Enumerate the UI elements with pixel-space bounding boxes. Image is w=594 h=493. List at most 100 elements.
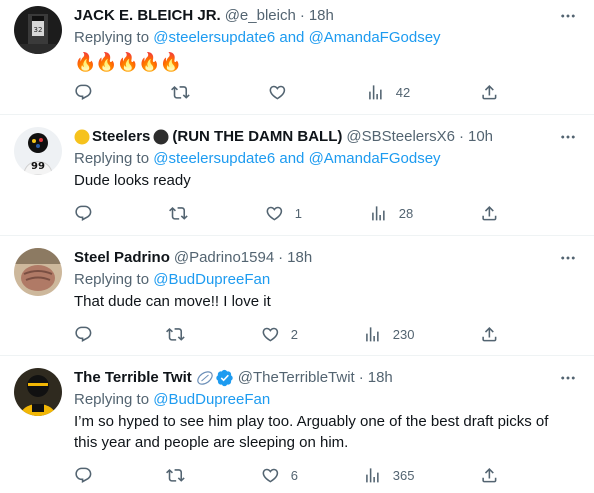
verified-badge-icon	[216, 369, 233, 387]
svg-text:32: 32	[34, 26, 43, 34]
like-button[interactable]: 2	[261, 324, 298, 344]
reply-button[interactable]	[74, 465, 104, 485]
views-button[interactable]: 28	[369, 203, 413, 223]
more-options-button[interactable]	[556, 6, 580, 26]
tweet[interactable]: The Terrible Twit @TheTerribleTwit · 18h…	[0, 356, 594, 493]
reply-icon	[75, 467, 92, 483]
more-icon	[561, 135, 575, 139]
svg-text:99: 99	[31, 161, 45, 172]
display-name-part[interactable]: (RUN THE DAMN BALL)	[172, 127, 342, 147]
replying-label: Replying to	[74, 29, 150, 46]
more-options-button[interactable]	[556, 368, 580, 388]
view-count: 28	[398, 205, 414, 221]
football-icon	[197, 371, 213, 385]
display-name[interactable]: Steel Padrino	[74, 248, 170, 268]
and-word[interactable]: and	[279, 150, 304, 167]
tweet-header: JACK E. BLEICH JR. @e_bleich · 18h	[74, 6, 554, 26]
retweet-button[interactable]	[166, 324, 196, 344]
black-circle-icon	[153, 129, 169, 145]
retweet-button[interactable]	[166, 465, 196, 485]
avatar[interactable]: 32	[14, 6, 62, 54]
separator-dot: ·	[278, 249, 284, 266]
mention-link[interactable]: @AmandaFGodsey	[309, 150, 441, 167]
retweet-button[interactable]	[171, 82, 201, 102]
tweet-text: I’m so hyped to see him play too. Arguab…	[74, 413, 549, 451]
display-name[interactable]: JACK E. BLEICH JR.	[74, 6, 221, 26]
yellow-circle-icon	[74, 129, 90, 145]
mention-link[interactable]: @steelersupdate6	[153, 29, 275, 46]
views-button[interactable]: 230	[363, 324, 414, 344]
share-icon	[482, 467, 497, 483]
timestamp[interactable]: 18h	[309, 6, 334, 26]
views-icon	[366, 326, 379, 342]
reply-button[interactable]	[74, 82, 104, 102]
timestamp[interactable]: 18h	[368, 368, 393, 388]
user-handle[interactable]: @Padrino1594	[174, 248, 274, 268]
mention-link[interactable]: @AmandaFGodsey	[309, 29, 441, 46]
heart-icon	[266, 206, 283, 221]
like-button[interactable]: 1	[265, 203, 302, 223]
like-button[interactable]: 6	[261, 465, 298, 485]
views-button[interactable]: 42	[366, 82, 410, 102]
retweet-icon	[169, 206, 188, 220]
and-word[interactable]: and	[279, 29, 304, 46]
view-count: 230	[392, 326, 415, 342]
more-icon	[561, 256, 575, 260]
reply-icon	[75, 326, 92, 342]
share-icon	[482, 84, 497, 100]
views-icon	[369, 84, 382, 100]
more-icon	[561, 376, 575, 380]
view-count: 365	[392, 467, 415, 483]
mention-link[interactable]: @BudDupreeFan	[153, 391, 270, 408]
replying-label: Replying to	[74, 271, 150, 288]
retweet-icon	[166, 468, 185, 482]
more-options-button[interactable]	[556, 127, 580, 147]
tweet[interactable]: 32 JACK E. BLEICH JR. @e_bleich · 18h Re…	[0, 0, 594, 115]
like-count: 1	[294, 205, 302, 221]
views-button[interactable]: 365	[363, 465, 414, 485]
tweet-header: The Terrible Twit @TheTerribleTwit · 18h	[74, 368, 554, 388]
display-name[interactable]: The Terrible Twit	[74, 368, 192, 388]
share-button[interactable]	[480, 82, 499, 102]
view-count: 42	[395, 84, 411, 100]
more-options-button[interactable]	[556, 248, 580, 268]
retweet-icon	[171, 85, 190, 99]
heart-icon	[262, 327, 279, 342]
like-count: 6	[290, 467, 298, 483]
tweet-header: Steel Padrino @Padrino1594 · 18h	[74, 248, 554, 268]
tweet-actions: 6 365	[74, 465, 504, 485]
heart-icon	[269, 85, 286, 100]
mention-link[interactable]: @BudDupreeFan	[153, 271, 270, 288]
user-handle[interactable]: @e_bleich	[225, 6, 296, 26]
timestamp[interactable]: 18h	[287, 248, 312, 268]
share-button[interactable]	[480, 203, 499, 223]
reply-button[interactable]	[74, 324, 104, 344]
share-icon	[482, 205, 497, 221]
avatar[interactable]: 99	[14, 127, 62, 175]
heart-icon	[262, 468, 279, 483]
share-button[interactable]	[480, 324, 499, 344]
share-button[interactable]	[480, 465, 499, 485]
tweet-text: That dude can move!! I love it	[74, 293, 271, 310]
avatar[interactable]	[14, 368, 62, 416]
separator-dot: ·	[458, 128, 464, 145]
tweet-actions: 1 28	[74, 203, 504, 223]
display-name-part[interactable]: Steelers	[92, 127, 150, 147]
tweet[interactable]: 99 Steelers (RUN THE DAMN BALL) @SBSteel…	[0, 115, 594, 236]
separator-dot: ·	[358, 369, 364, 386]
retweet-button[interactable]	[169, 203, 199, 223]
timestamp[interactable]: 10h	[468, 127, 493, 147]
replying-label: Replying to	[74, 391, 150, 408]
replying-to: Replying to @steelersupdate6 and @Amanda…	[74, 149, 554, 169]
more-icon	[561, 14, 575, 18]
user-handle[interactable]: @TheTerribleTwit	[238, 368, 355, 388]
mention-link[interactable]: @steelersupdate6	[153, 150, 275, 167]
reply-button[interactable]	[74, 203, 104, 223]
share-icon	[482, 326, 497, 342]
tweet[interactable]: Steel Padrino @Padrino1594 · 18h Replyin…	[0, 236, 594, 356]
avatar[interactable]	[14, 248, 62, 296]
like-button[interactable]	[268, 82, 298, 102]
views-icon	[366, 467, 379, 483]
reply-icon	[75, 205, 92, 221]
user-handle[interactable]: @SBSteelersX6	[346, 127, 455, 147]
